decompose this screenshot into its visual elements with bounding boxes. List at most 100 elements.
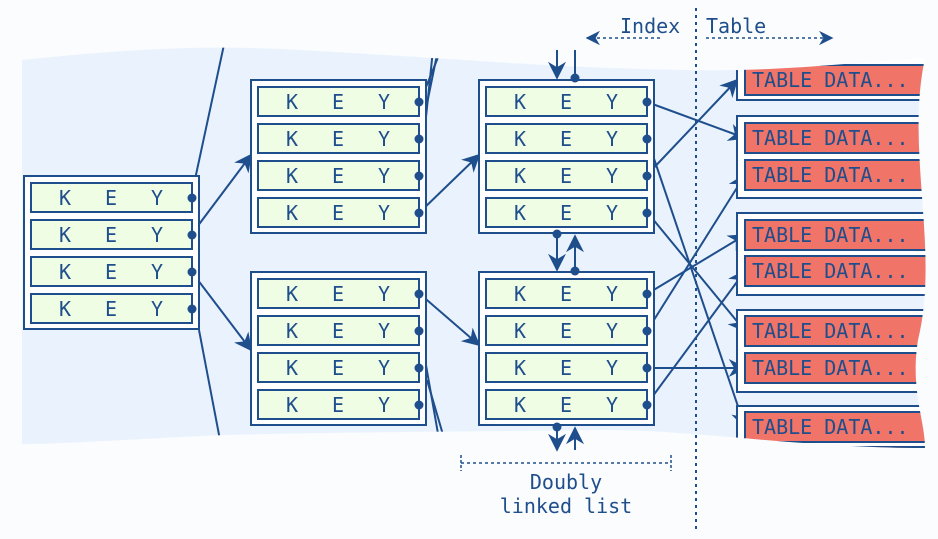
key-row: KEY — [30, 182, 197, 213]
key-letter: K — [286, 90, 298, 114]
key-letter: Y — [378, 356, 390, 380]
key-letter: K — [286, 164, 298, 188]
key-letter: E — [332, 319, 344, 343]
key-letter: E — [560, 164, 572, 188]
key-letter: Y — [606, 356, 618, 380]
key-letter: Y — [378, 127, 390, 151]
key-row: KEY — [257, 197, 424, 228]
key-letter: K — [514, 393, 526, 417]
key-row: KEY — [485, 352, 652, 383]
pointer-dot — [414, 400, 424, 410]
pointer-dot — [414, 326, 424, 336]
key-letter: E — [105, 297, 117, 321]
table-page: TABLE DATA... — [736, 54, 926, 101]
table-row: TABLE DATA... — [744, 122, 926, 154]
key-letter: E — [332, 127, 344, 151]
key-letter: E — [105, 260, 117, 284]
internal-node-1: K E Y K E Y K E Y K E Y — [250, 79, 427, 234]
pointer-dot — [642, 326, 652, 336]
key-letter: K — [286, 319, 298, 343]
key-row: KEY — [485, 197, 652, 228]
table-data-cell — [744, 446, 926, 448]
key-letter: Y — [378, 90, 390, 114]
key-letter: E — [560, 319, 572, 343]
pointer-dot — [642, 289, 652, 299]
table-data-label: TABLE DATA... — [752, 126, 909, 150]
key-row: KEY — [30, 256, 197, 287]
leaf-node-2: K E Y K E Y K E Y K E Y — [478, 271, 655, 426]
key-letter: K — [514, 90, 526, 114]
table-data-label: TABLE DATA... — [752, 450, 909, 474]
table-data-label: TABLE DATA... — [752, 68, 909, 92]
table-page: TABLE DATA... TABLE DATA... — [736, 405, 926, 474]
internal-node-2: K E Y K E Y K E Y K E Y — [250, 271, 427, 426]
key-letter: K — [59, 297, 71, 321]
doubly-linked-list-label-line2: linked list — [500, 494, 632, 518]
table-data-label: TABLE DATA... — [752, 259, 909, 283]
key-letter: E — [560, 393, 572, 417]
table-row: TABLE DATA... — [744, 352, 926, 384]
key-letter: Y — [378, 282, 390, 306]
key-row: KEY — [485, 123, 652, 154]
table-page: TABLE DATA... TABLE DATA... — [736, 115, 926, 199]
doubly-linked-list-label-line1: Doubly — [530, 470, 602, 494]
key-row: KEY — [257, 389, 424, 420]
key-letter: E — [332, 282, 344, 306]
key-letter: K — [286, 282, 298, 306]
key-letter: E — [332, 90, 344, 114]
table-data-label: TABLE DATA... — [752, 223, 909, 247]
key-letter: Y — [606, 319, 618, 343]
root-node: K E Y K E Y K E Y K E Y — [23, 175, 200, 330]
pointer-dot — [187, 230, 197, 240]
key-letter: K — [286, 356, 298, 380]
key-letter: E — [105, 186, 117, 210]
diagram-canvas: K E YK E YK E YK E YK E YK E YK E YK E YK E YK E YK E YK E YK E YK… — [22, 8, 926, 530]
key-letter: E — [560, 90, 572, 114]
leaf-node-1: K E Y K E Y K E Y K E Y — [478, 79, 655, 234]
table-page: TABLE DATA... TABLE DATA... — [736, 212, 926, 296]
table-row: TABLE DATA... — [744, 159, 926, 191]
table-data-label: TABLE DATA... — [752, 163, 909, 187]
pointer-dot — [642, 400, 652, 410]
key-letter: K — [286, 127, 298, 151]
table-row: TABLE DATA... — [744, 411, 926, 443]
key-row: KEY — [485, 86, 652, 117]
key-letter: Y — [151, 223, 163, 247]
key-letter: K — [514, 201, 526, 225]
pointer-dot — [187, 193, 197, 203]
table-page: TABLE DATA... TABLE DATA... — [736, 309, 926, 393]
key-letter: K — [514, 127, 526, 151]
btree-index-diagram: KEYKEYKEYKEYKEYKEYKEYKEYKEYKEYKEYKEYKEYK… — [0, 0, 938, 539]
table-data-label: TABLE DATA... — [752, 415, 909, 439]
table-row: TABLE DATA... — [744, 446, 926, 474]
key-letter: Y — [606, 164, 618, 188]
key-letter: E — [560, 201, 572, 225]
key-letter: Y — [151, 297, 163, 321]
key-letter: K — [59, 260, 71, 284]
key-letter: K — [59, 186, 71, 210]
pointer-dot — [642, 97, 652, 107]
key-letter: Y — [151, 186, 163, 210]
table-row: TABLE DATA... — [744, 255, 926, 287]
key-letter: Y — [606, 127, 618, 151]
key-letter: E — [332, 201, 344, 225]
key-row: KEY — [257, 123, 424, 154]
key-row: KEY — [485, 315, 652, 346]
key-letter: Y — [378, 164, 390, 188]
key-row: KEY — [30, 219, 197, 250]
key-row: KEY — [257, 315, 424, 346]
key-letter: E — [560, 356, 572, 380]
pointer-dot — [187, 304, 197, 314]
doubly-linked-list-bracket — [460, 455, 672, 471]
key-letter: K — [286, 201, 298, 225]
pointer-dot — [642, 363, 652, 373]
pointer-dot — [642, 171, 652, 181]
table-data-label: TABLE DATA... — [752, 319, 909, 343]
pointer-dot — [414, 289, 424, 299]
key-letter: Y — [606, 282, 618, 306]
pointer-dot — [187, 267, 197, 277]
table-row: TABLE DATA... — [744, 219, 926, 251]
key-letter: Y — [606, 90, 618, 114]
key-letter: E — [332, 164, 344, 188]
pointer-dot — [414, 97, 424, 107]
